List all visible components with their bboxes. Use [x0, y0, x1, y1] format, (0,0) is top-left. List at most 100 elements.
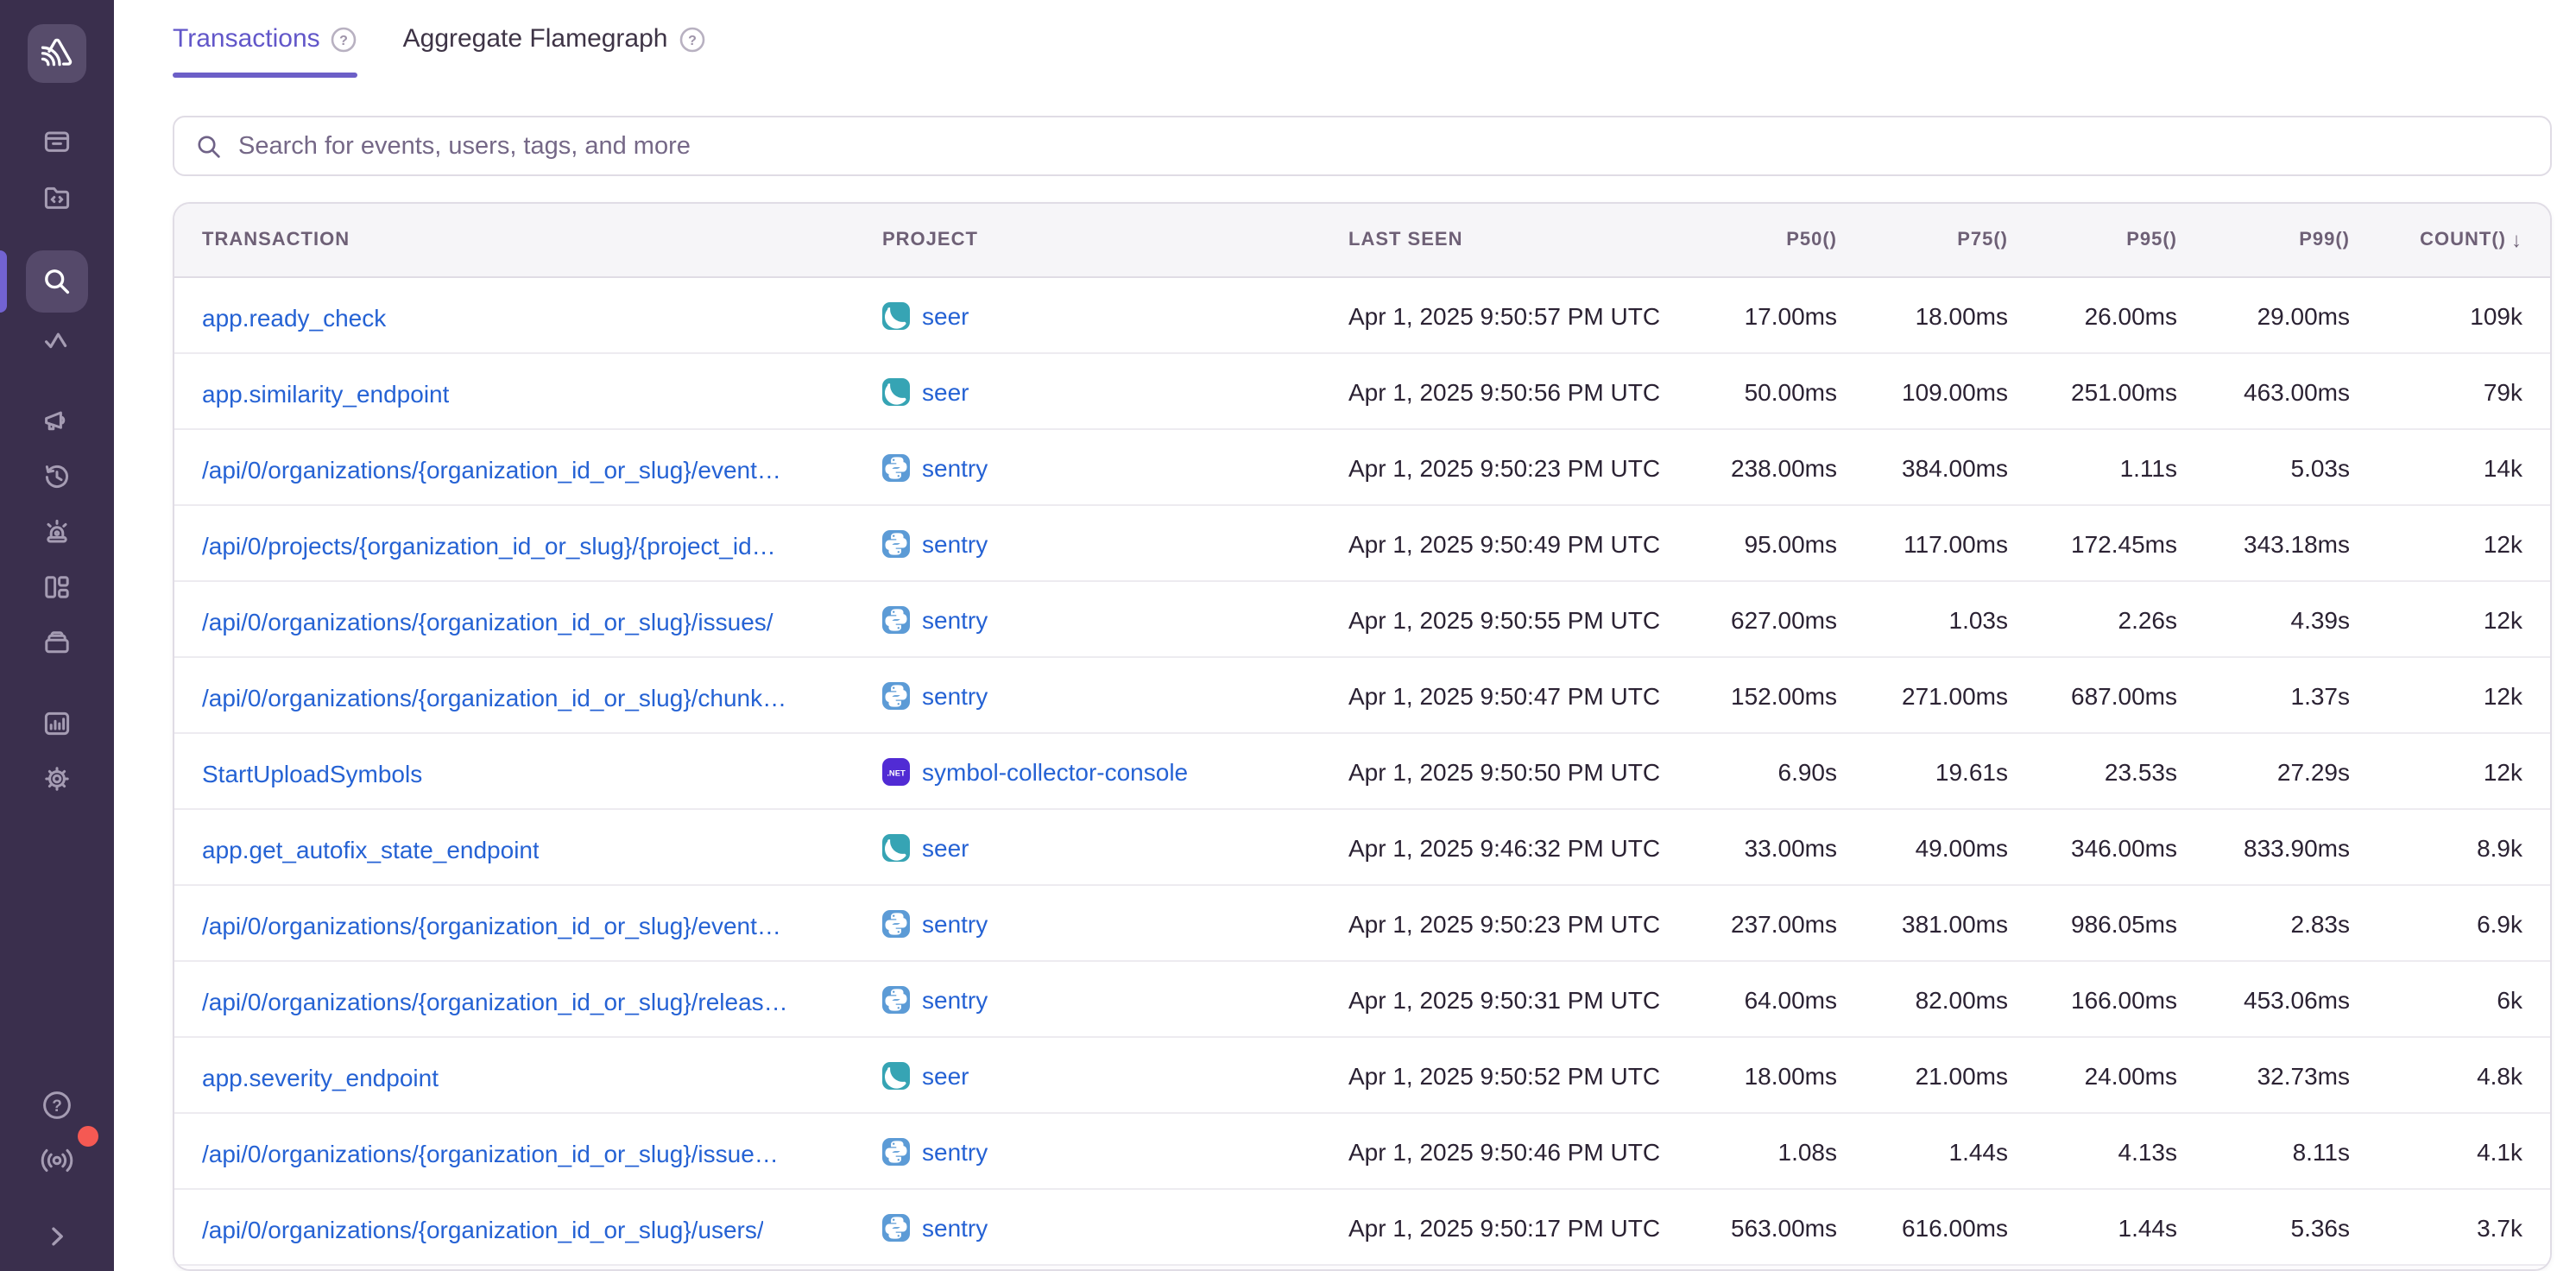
sidebar-item-replays[interactable]	[26, 449, 88, 504]
table-row[interactable]: app.ready_check seer Apr 1, 2025 9:50:57…	[174, 279, 2550, 353]
project-link[interactable]: sentry	[922, 1214, 988, 1242]
transaction-link[interactable]: /api/0/organizations/{organization_id_or…	[202, 987, 788, 1015]
p95-value: 23.53s	[2008, 758, 2177, 786]
column-header-p99[interactable]: P99()	[2177, 231, 2350, 251]
transaction-link[interactable]: app.get_autofix_state_endpoint	[202, 835, 540, 863]
sidebar-item-whats-new[interactable]	[26, 1133, 88, 1188]
transaction-link[interactable]: /api/0/organizations/{organization_id_or…	[202, 683, 786, 711]
table-row[interactable]: /api/0/organizations/{organization_id_or…	[174, 429, 2550, 505]
transaction-link[interactable]: app.ready_check	[202, 303, 386, 331]
p95-value: 251.00ms	[2008, 378, 2177, 406]
question-circle-icon[interactable]: ?	[331, 26, 358, 54]
count-value: 4.1k	[2350, 1138, 2550, 1166]
table-row[interactable]: StartUploadSymbols .NET symbol-collector…	[174, 733, 2550, 809]
tab-transactions[interactable]: Transactions ?	[173, 22, 358, 78]
project-link[interactable]: sentry	[922, 986, 988, 1014]
project-link[interactable]: seer	[922, 1062, 969, 1090]
sidebar-item-dashboards[interactable]	[26, 560, 88, 615]
transaction-link[interactable]: /api/0/organizations/{organization_id_or…	[202, 607, 773, 635]
sidebar-item-alerts[interactable]	[26, 504, 88, 560]
p99-value: 4.39s	[2177, 606, 2350, 634]
last-seen-value: Apr 1, 2025 9:46:32 PM UTC	[1348, 834, 1664, 862]
project-link[interactable]: seer	[922, 834, 969, 862]
last-seen-value: Apr 1, 2025 9:50:23 PM UTC	[1348, 454, 1664, 482]
sidebar-item-explore[interactable]	[26, 250, 88, 313]
python-project-icon	[882, 454, 910, 482]
p75-value: 49.00ms	[1837, 834, 2008, 862]
p75-value: 19.61s	[1837, 758, 2008, 786]
project-link[interactable]: seer	[922, 378, 969, 406]
column-header-transaction[interactable]: TRANSACTION	[174, 231, 882, 251]
sidebar-expand-button[interactable]	[26, 1216, 88, 1257]
table-row[interactable]: app.severity_endpoint seer Apr 1, 2025 9…	[174, 1037, 2550, 1113]
last-seen-value: Apr 1, 2025 9:50:31 PM UTC	[1348, 986, 1664, 1014]
project-cell: sentry	[882, 910, 1348, 938]
column-header-p50[interactable]: P50()	[1664, 231, 1837, 251]
column-header-last-seen[interactable]: LAST SEEN	[1348, 231, 1664, 251]
seer-project-icon	[882, 1062, 910, 1090]
table-footer-strip	[174, 1265, 2550, 1271]
column-header-p95[interactable]: P95()	[2008, 231, 2177, 251]
transaction-link[interactable]: /api/0/organizations/{organization_id_or…	[202, 455, 781, 483]
transaction-link[interactable]: /api/0/organizations/{organization_id_or…	[202, 1139, 779, 1167]
table-row[interactable]: /api/0/organizations/{organization_id_or…	[174, 961, 2550, 1037]
sidebar-nav	[0, 114, 114, 806]
search-bar[interactable]	[173, 116, 2552, 177]
sidebar-item-projects[interactable]	[26, 169, 88, 224]
last-seen-value: Apr 1, 2025 9:50:23 PM UTC	[1348, 910, 1664, 938]
sidebar-item-releases[interactable]	[26, 615, 88, 670]
table-row[interactable]: /api/0/organizations/{organization_id_or…	[174, 581, 2550, 657]
project-link[interactable]: sentry	[922, 1138, 988, 1166]
question-circle-icon[interactable]: ?	[679, 26, 706, 54]
bar-chart-icon	[41, 708, 73, 739]
count-value: 109k	[2350, 302, 2550, 330]
gear-icon	[41, 763, 73, 794]
project-link[interactable]: symbol-collector-console	[922, 758, 1188, 786]
project-link[interactable]: sentry	[922, 530, 988, 558]
project-link[interactable]: seer	[922, 302, 969, 330]
p50-value: 18.00ms	[1664, 1062, 1837, 1090]
p50-value: 237.00ms	[1664, 910, 1837, 938]
p50-value: 95.00ms	[1664, 530, 1837, 558]
sidebar-item-help[interactable]: ?	[26, 1078, 88, 1133]
table-row[interactable]: /api/0/organizations/{organization_id_or…	[174, 1189, 2550, 1265]
transaction-link[interactable]: /api/0/projects/{organization_id_or_slug…	[202, 531, 776, 559]
p50-value: 64.00ms	[1664, 986, 1837, 1014]
sidebar-item-settings[interactable]	[26, 751, 88, 806]
column-header-p75[interactable]: P75()	[1837, 231, 2008, 251]
transaction-link[interactable]: app.similarity_endpoint	[202, 379, 449, 407]
sidebar: ?	[0, 0, 114, 1271]
table-row[interactable]: /api/0/organizations/{organization_id_or…	[174, 657, 2550, 733]
p50-value: 50.00ms	[1664, 378, 1837, 406]
sidebar-item-stats[interactable]	[26, 696, 88, 751]
transaction-link[interactable]: /api/0/organizations/{organization_id_or…	[202, 911, 781, 939]
tab-aggregate-flamegraph[interactable]: Aggregate Flamegraph ?	[403, 22, 706, 78]
count-value: 14k	[2350, 454, 2550, 482]
project-link[interactable]: sentry	[922, 910, 988, 938]
sidebar-item-traces[interactable]	[26, 313, 88, 368]
column-header-project[interactable]: PROJECT	[882, 231, 1348, 251]
transaction-link[interactable]: app.severity_endpoint	[202, 1063, 439, 1091]
table-row[interactable]: /api/0/projects/{organization_id_or_slug…	[174, 505, 2550, 581]
seer-project-icon	[882, 302, 910, 330]
sidebar-item-feedback[interactable]	[26, 394, 88, 449]
question-circle-icon: ?	[40, 1088, 74, 1122]
transaction-link[interactable]: /api/0/organizations/{organization_id_or…	[202, 1215, 764, 1243]
table-row[interactable]: /api/0/organizations/{organization_id_or…	[174, 885, 2550, 961]
dotnet-project-icon: .NET	[882, 758, 910, 786]
table-row[interactable]: app.get_autofix_state_endpoint seer Apr …	[174, 809, 2550, 885]
p50-value: 627.00ms	[1664, 606, 1837, 634]
transaction-link[interactable]: StartUploadSymbols	[202, 759, 422, 787]
sentry-logo[interactable]	[28, 24, 86, 83]
p95-value: 172.45ms	[2008, 530, 2177, 558]
project-link[interactable]: sentry	[922, 454, 988, 482]
p95-value: 26.00ms	[2008, 302, 2177, 330]
history-clock-icon	[41, 461, 73, 492]
sidebar-item-issues[interactable]	[26, 114, 88, 169]
table-row[interactable]: app.similarity_endpoint seer Apr 1, 2025…	[174, 353, 2550, 429]
table-row[interactable]: /api/0/organizations/{organization_id_or…	[174, 1113, 2550, 1189]
project-link[interactable]: sentry	[922, 682, 988, 710]
column-header-count[interactable]: COUNT() ↓	[2350, 229, 2550, 253]
project-link[interactable]: sentry	[922, 606, 988, 634]
search-input[interactable]	[238, 132, 2529, 160]
